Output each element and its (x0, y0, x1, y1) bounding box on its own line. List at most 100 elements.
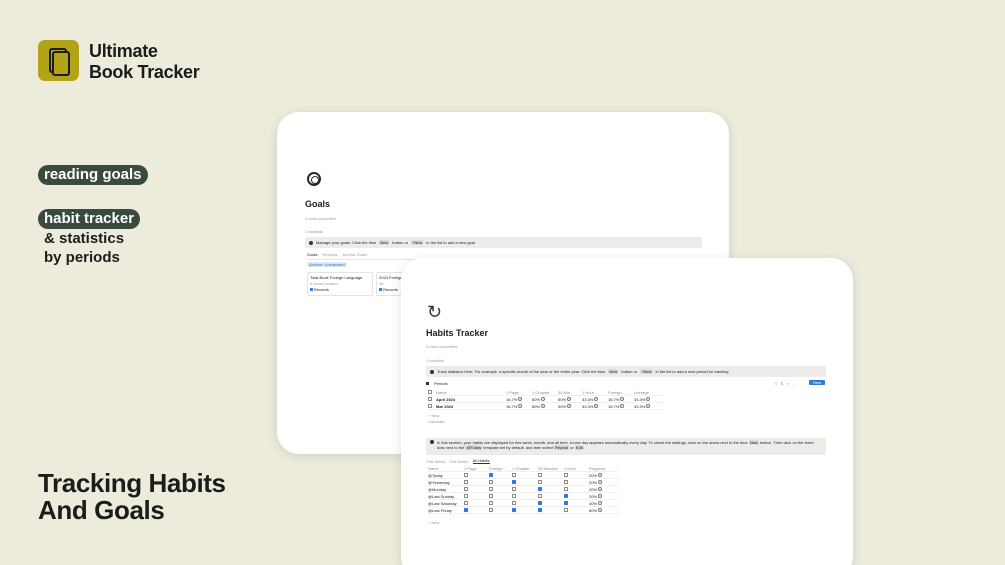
backlinks-toggle[interactable]: 1 backlink (426, 358, 444, 363)
gallery-card-detail: 0 books readed (310, 281, 338, 286)
calculate-button[interactable]: Calculate (428, 419, 445, 424)
habit-checkbox[interactable] (464, 508, 468, 513)
progress-ring (541, 397, 546, 402)
tab-this-month[interactable]: This Month (449, 459, 469, 464)
view-tab-periods[interactable]: Periods (434, 381, 448, 386)
callout-text: in the list to add a new goal (426, 240, 475, 245)
table-row[interactable]: April 2024 16.7% 50% 50% 33.3% 16.7% 33.… (428, 396, 664, 403)
habit-checkbox[interactable] (489, 473, 493, 478)
table-row[interactable]: @Last Sunday 20% (428, 493, 619, 500)
habit-checkbox[interactable] (489, 501, 493, 506)
tab-all-habits[interactable]: All Habits (472, 458, 490, 464)
more-icon[interactable]: … (792, 381, 796, 386)
column-header[interactable]: 1 Chapter (532, 390, 558, 395)
table-row[interactable]: @Last Saturday 40% (428, 500, 619, 507)
callout-text-part: or (570, 445, 574, 450)
habit-checkbox[interactable] (512, 501, 516, 506)
table-row[interactable]: @Last Friday 60% (428, 507, 619, 514)
column-header[interactable]: 1 Page (464, 466, 489, 471)
new-button[interactable]: New (808, 380, 825, 385)
tab-archive-goals[interactable]: Archive Goals (342, 252, 367, 257)
brand-line-2: Book Tracker (89, 62, 200, 82)
properties-toggle[interactable]: 3 more properties (426, 344, 457, 349)
habit-checkbox[interactable] (564, 508, 568, 513)
row-checkbox[interactable] (428, 397, 432, 402)
habit-checkbox[interactable] (538, 508, 542, 513)
habit-checkbox[interactable] (538, 494, 542, 499)
cell-value: 33.3% (582, 396, 594, 402)
habit-name[interactable]: @Last Friday (428, 508, 464, 513)
progress-ring (567, 397, 572, 402)
filter-icon[interactable]: ≡ (775, 381, 777, 386)
habit-checkbox[interactable] (464, 501, 468, 506)
column-header[interactable]: Foreign ... (489, 466, 512, 471)
habit-checkbox[interactable] (564, 480, 568, 485)
habit-checkbox[interactable] (512, 508, 516, 513)
habit-name[interactable]: @Last Sunday (428, 494, 464, 499)
tab-this-week[interactable]: This Week (426, 459, 445, 464)
habit-checkbox[interactable] (538, 473, 542, 478)
habits-table-body: @Today 20% @Yesterday 20% @Monday 20% @Last Su… (428, 472, 619, 514)
inline-code: Edit (574, 445, 584, 450)
habit-checkbox[interactable] (464, 494, 468, 499)
column-header[interactable]: 1 Page (506, 390, 532, 395)
habit-checkbox[interactable] (538, 501, 542, 506)
table-row[interactable]: Mar 2024 16.7% 50% 50% 33.3% 16.7% 33.3% (428, 403, 664, 410)
habit-checkbox[interactable] (512, 487, 516, 492)
habit-checkbox[interactable] (512, 473, 516, 478)
column-header[interactable]: 1 Hour (564, 466, 589, 471)
column-header[interactable]: 1 Chapter (512, 466, 538, 471)
habit-name[interactable]: @Today (428, 473, 464, 478)
add-row-button[interactable]: + New (428, 413, 439, 418)
habit-name[interactable]: @Monday (428, 487, 464, 492)
tab-goals[interactable]: Goals (307, 252, 317, 257)
gallery-card-title: Total Book Foreign Language (310, 275, 363, 280)
habit-checkbox[interactable] (538, 480, 542, 485)
habit-name[interactable]: @Last Saturday (428, 501, 464, 506)
habit-name[interactable]: @Yesterday (428, 480, 464, 485)
table-row[interactable]: @Monday 20% (428, 486, 619, 493)
habit-checkbox[interactable] (489, 494, 493, 499)
column-header[interactable]: Name (436, 390, 506, 395)
period-name[interactable]: Mar 2024 (436, 404, 506, 409)
backlinks-toggle[interactable]: 1 backlink (305, 229, 323, 234)
inline-code: New (748, 440, 759, 445)
column-header[interactable]: Average (634, 390, 664, 395)
column-header[interactable]: 30 Minutes (538, 466, 564, 471)
tab-records[interactable]: Records (322, 252, 337, 257)
habit-checkbox[interactable] (564, 501, 568, 506)
inline-code: New (379, 240, 390, 245)
row-checkbox[interactable] (428, 404, 432, 409)
habit-checkbox[interactable] (464, 473, 468, 478)
filter-chip[interactable]: Archive: Unchecked (307, 262, 347, 267)
gallery-card[interactable]: Total Book Foreign Language 0 books read… (307, 272, 373, 296)
column-header[interactable]: 1 Hour (582, 390, 608, 395)
inline-code: +New (640, 369, 653, 374)
add-row-button[interactable]: + New (428, 520, 439, 525)
sort-icon[interactable]: ⇅ (780, 381, 783, 386)
column-header[interactable]: 30 Min (558, 390, 582, 395)
habit-checkbox[interactable] (489, 480, 493, 485)
column-header[interactable]: Progress (589, 466, 619, 471)
habit-checkbox[interactable] (512, 480, 516, 485)
select-all-checkbox[interactable] (428, 390, 432, 395)
habit-checkbox[interactable] (538, 487, 542, 492)
table-row[interactable]: @Yesterday 20% (428, 479, 619, 486)
column-header[interactable]: Name (428, 466, 464, 471)
habit-checkbox[interactable] (464, 487, 468, 492)
period-name[interactable]: April 2024 (436, 397, 506, 402)
habit-checkbox[interactable] (489, 487, 493, 492)
habit-checkbox[interactable] (564, 473, 568, 478)
column-header[interactable]: Foreign ... (608, 390, 634, 395)
view-tabs: Goals Records Archive Goals (307, 252, 367, 257)
habit-checkbox[interactable] (564, 494, 568, 499)
cell-value: 33.3% (582, 403, 594, 409)
table-row[interactable]: @Today 20% (428, 472, 619, 479)
properties-toggle[interactable]: 3 more properties (305, 216, 336, 221)
habit-checkbox[interactable] (489, 508, 493, 513)
habit-checkbox[interactable] (464, 480, 468, 485)
search-icon[interactable]: ⌕ (787, 381, 789, 386)
habit-checkbox[interactable] (512, 494, 516, 499)
info-icon (430, 440, 434, 444)
habit-checkbox[interactable] (564, 487, 568, 492)
